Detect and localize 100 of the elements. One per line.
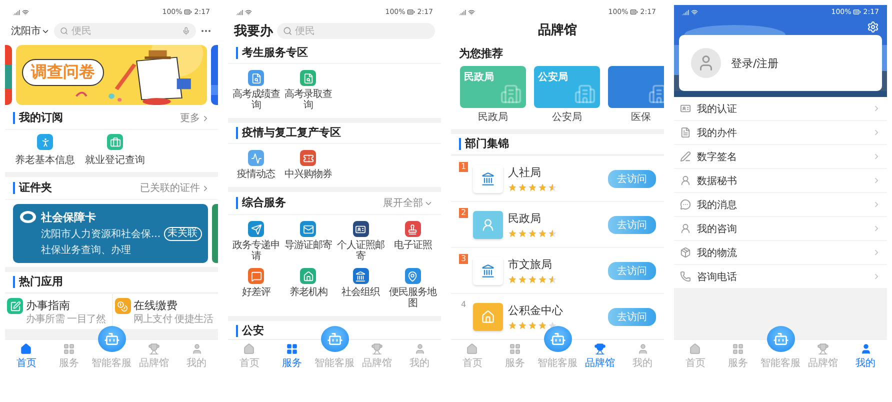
city-selector[interactable]: 沈阳市 bbox=[11, 24, 50, 38]
nav-tab[interactable]: 智能客服 bbox=[90, 356, 133, 369]
signal-icon bbox=[236, 8, 243, 16]
subscription-item[interactable]: 就业登记查询 bbox=[85, 134, 145, 167]
service-item[interactable]: 疫情动态 bbox=[230, 150, 282, 180]
nav-tab[interactable]: 品牌馆 bbox=[578, 340, 622, 369]
department-card[interactable]: 民政局 bbox=[460, 66, 526, 108]
nav-tab[interactable]: 品牌馆 bbox=[132, 340, 176, 369]
service-item[interactable]: 政务专递申请 bbox=[230, 221, 282, 262]
house-icon bbox=[473, 302, 503, 330]
grid-icon bbox=[508, 343, 521, 355]
department-card[interactable]: 公安局 bbox=[534, 66, 600, 108]
rank-badge: 1 bbox=[459, 162, 468, 172]
settings-icon[interactable] bbox=[867, 21, 879, 33]
service-item[interactable]: 便民服务地图 bbox=[386, 268, 439, 309]
linked-documents-link[interactable]: 已关联的证件 bbox=[140, 181, 210, 195]
section-title: 我的订阅 bbox=[13, 112, 63, 124]
emblem-icon bbox=[19, 210, 37, 224]
person-icon bbox=[37, 134, 53, 150]
nav-tab[interactable]: 品牌馆 bbox=[356, 340, 398, 369]
menu-label: 数据秘书 bbox=[697, 174, 738, 188]
wifi-icon bbox=[468, 8, 475, 16]
nav-tab[interactable]: 首页 bbox=[5, 340, 48, 369]
star-icon bbox=[528, 321, 537, 330]
nav-tab[interactable]: 服务 bbox=[48, 340, 90, 369]
expand-all-link[interactable]: 展开全部 bbox=[383, 196, 433, 210]
hot-app-item[interactable]: 在线缴费 网上支付 便捷生活 bbox=[112, 294, 218, 329]
robot-icon bbox=[326, 331, 342, 347]
card-title: 社会保障卡 bbox=[41, 210, 97, 225]
service-item[interactable]: 养老机构 bbox=[282, 268, 334, 309]
more-link[interactable]: 更多 bbox=[180, 111, 210, 125]
signal-icon bbox=[13, 8, 20, 16]
nav-tab[interactable]: 服务 bbox=[716, 340, 760, 369]
star-icon bbox=[508, 229, 517, 238]
department-label: 公安局 bbox=[552, 110, 582, 124]
visit-button[interactable]: 去访问 bbox=[608, 308, 656, 326]
service-item[interactable]: 中兴购物券 bbox=[282, 150, 334, 180]
nav-tab[interactable]: 我的 bbox=[398, 340, 441, 369]
nav-tab[interactable]: 首页 bbox=[451, 340, 494, 369]
avatar-icon bbox=[691, 48, 721, 78]
user-icon bbox=[636, 343, 649, 355]
search-field[interactable]: 便民 bbox=[295, 26, 429, 36]
social-security-card[interactable]: 社会保障卡 沈阳市人力资源和社会保... 未关联 社保业务查询、办理 bbox=[13, 204, 208, 263]
wifi-icon bbox=[245, 8, 252, 16]
service-item[interactable]: 社会组织 bbox=[334, 268, 387, 309]
user-icon bbox=[414, 343, 426, 355]
nav-tab[interactable]: 首页 bbox=[228, 340, 271, 369]
chevron-right-icon bbox=[872, 176, 881, 185]
chevron-right-icon bbox=[872, 152, 881, 161]
ticket-icon bbox=[300, 150, 316, 166]
chevron-right-icon bbox=[872, 224, 881, 233]
department-card[interactable] bbox=[608, 66, 664, 108]
bank-icon bbox=[473, 164, 503, 192]
visit-button[interactable]: 去访问 bbox=[608, 170, 656, 188]
nav-tab[interactable]: 智能客服 bbox=[759, 356, 802, 369]
chevron-right-icon bbox=[872, 272, 881, 281]
visit-button[interactable]: 去访问 bbox=[608, 262, 656, 280]
section-title: 综合服务 bbox=[236, 197, 286, 209]
hot-app-item[interactable]: 办事指南 办事所需 一目了然 bbox=[5, 294, 112, 329]
nav-tab[interactable]: 服务 bbox=[270, 340, 314, 369]
section-title: 公安 bbox=[236, 325, 264, 337]
nav-tab[interactable]: 智能客服 bbox=[536, 356, 579, 369]
search-bar[interactable]: 便民 bbox=[277, 23, 435, 39]
link-status-button[interactable]: 未关联 bbox=[164, 227, 202, 241]
user-icon bbox=[680, 223, 691, 234]
nav-tab[interactable]: 我的 bbox=[621, 340, 664, 369]
service-item[interactable]: 电子证照 bbox=[386, 221, 439, 262]
nav-tab[interactable]: 我的 bbox=[844, 340, 887, 369]
menu-label: 我的咨询 bbox=[697, 222, 738, 236]
search-bar[interactable]: 便民 bbox=[54, 23, 196, 39]
service-item[interactable]: 个人证照邮寄 bbox=[334, 221, 387, 262]
service-item[interactable]: 高考成绩查询 bbox=[230, 70, 282, 111]
nav-tab[interactable]: 服务 bbox=[494, 340, 536, 369]
subscription-item[interactable]: 养老基本信息 bbox=[15, 134, 75, 167]
department-name: 民政局 bbox=[508, 211, 542, 226]
nav-tab[interactable]: 首页 bbox=[674, 340, 717, 369]
star-icon bbox=[538, 321, 547, 330]
menu-label: 我的认证 bbox=[697, 102, 738, 116]
department-name: 市文旅局 bbox=[508, 257, 553, 272]
user-icon bbox=[860, 343, 872, 355]
star-icon bbox=[548, 275, 557, 284]
section-title: 为您推荐 bbox=[458, 46, 504, 62]
service-item[interactable]: 好差评 bbox=[230, 268, 282, 309]
microphone-icon[interactable] bbox=[182, 26, 190, 36]
chevron-right-icon bbox=[872, 128, 881, 137]
bank-icon bbox=[473, 256, 503, 284]
card-title: 公安局 bbox=[538, 70, 568, 84]
nav-tab[interactable]: 我的 bbox=[175, 340, 218, 369]
map-pin-icon bbox=[404, 268, 421, 284]
service-item[interactable]: 导游证邮寄 bbox=[282, 221, 334, 262]
star-icon bbox=[538, 229, 547, 238]
trophy-icon bbox=[817, 343, 830, 355]
search-field[interactable]: 便民 bbox=[71, 26, 179, 36]
nav-tab[interactable]: 智能客服 bbox=[313, 356, 356, 369]
pen-icon bbox=[680, 151, 691, 162]
nav-tab[interactable]: 品牌馆 bbox=[802, 340, 844, 369]
login-card[interactable]: 登录/注册 bbox=[679, 35, 882, 91]
battery-icon bbox=[407, 8, 416, 16]
service-item[interactable]: 高考录取查询 bbox=[282, 70, 334, 111]
visit-button[interactable]: 去访问 bbox=[608, 216, 656, 234]
